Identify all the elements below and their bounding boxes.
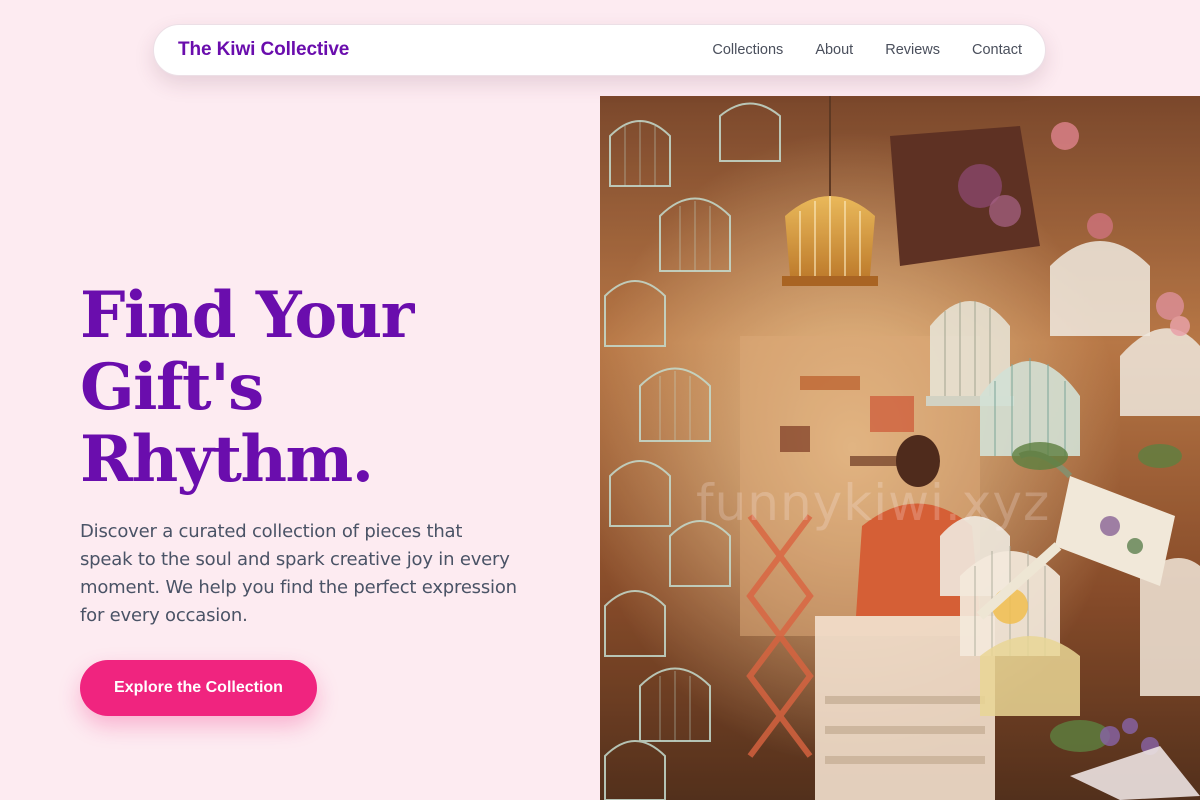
- nav-link-collections[interactable]: Collections: [712, 42, 783, 58]
- brand-logo-link[interactable]: The Kiwi Collective: [178, 39, 349, 61]
- landing-page: The Kiwi Collective Collections About Re…: [0, 0, 1200, 800]
- hero-text-section: Find Your Gift's Rhythm. Discover a cura…: [80, 280, 550, 630]
- nav-links: Collections About Reviews Contact: [712, 42, 1022, 58]
- explore-collection-button[interactable]: Explore the Collection: [80, 660, 317, 716]
- top-navbar: The Kiwi Collective Collections About Re…: [153, 24, 1046, 76]
- nav-link-contact[interactable]: Contact: [972, 42, 1022, 58]
- nav-link-reviews[interactable]: Reviews: [885, 42, 940, 58]
- hero-image-shop-birdcages: funnykiwi.xyz: [600, 96, 1200, 800]
- nav-link-about[interactable]: About: [815, 42, 853, 58]
- image-watermark: funnykiwi.xyz: [696, 474, 1051, 532]
- hero-description: Discover a curated collection of pieces …: [80, 521, 517, 626]
- hero-title: Find Your Gift's Rhythm.: [80, 280, 550, 496]
- hero-title-line-1: Find Your: [80, 278, 414, 353]
- hero-illustration: [600, 96, 1200, 800]
- hero-title-line-2: Gift's: [80, 350, 264, 425]
- hero-title-line-3: Rhythm.: [80, 422, 374, 497]
